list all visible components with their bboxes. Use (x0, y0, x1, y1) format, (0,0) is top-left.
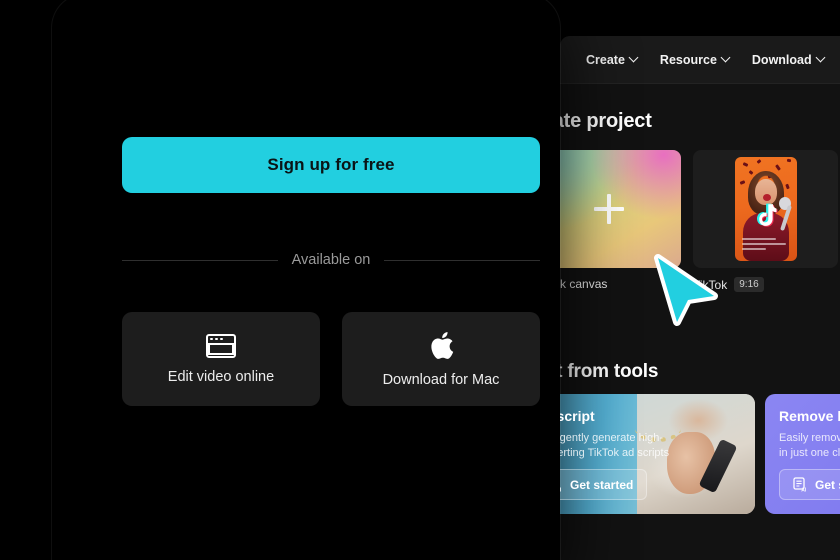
app-content: Create project Blank canvas (560, 84, 840, 560)
blank-canvas-label-text: Blank canvas (560, 277, 608, 291)
get-started-label: Get started (815, 477, 840, 492)
browser-window-icon (206, 333, 236, 358)
available-on-divider: Available on (122, 252, 540, 268)
ai-script-icon: AI (560, 487, 562, 492)
tool-card-ad-script[interactable]: Ad script Intelligently generate high-co… (560, 394, 755, 514)
thumbnail-caption-lines (741, 238, 786, 253)
chevron-down-icon (817, 54, 825, 62)
nav-item-resource-label: Resource (659, 52, 717, 67)
store-button-row: Edit video online Download for Mac (122, 312, 540, 406)
nav-item-download[interactable]: Download (752, 53, 825, 67)
get-started-button-remove-background[interactable]: AI Get started (779, 469, 840, 500)
tool-card-remove-background-description: Easily remove backgrounds in just one cl… (779, 432, 840, 459)
tool-card-ad-script-text: Ad script Intelligently generate high-co… (560, 408, 741, 461)
project-card-tiktok[interactable]: TikTok 9:16 (693, 150, 838, 292)
app-navigation-bar: Create Resource Download (560, 36, 840, 84)
divider-line-left (122, 259, 278, 261)
app-window: Create Resource Download Create project (560, 36, 840, 560)
plus-icon (593, 194, 624, 224)
tool-card-list: Ad script Intelligently generate high-co… (560, 394, 840, 514)
chevron-down-icon (630, 54, 638, 62)
tiktok-photo (734, 157, 797, 261)
aspect-ratio-badge: 9:16 (734, 277, 764, 292)
nav-item-resource[interactable]: Resource (660, 53, 730, 67)
tool-card-ad-script-title: Ad script (560, 408, 595, 424)
get-started-label: Get started (570, 477, 634, 492)
available-on-label: Available on (291, 252, 371, 268)
get-started-button-ad-script[interactable]: AI Get started (560, 469, 648, 500)
subject-mouth (762, 194, 771, 201)
tiktok-thumbnail[interactable] (693, 150, 838, 268)
project-card-list: Blank canvas (560, 150, 838, 292)
project-card-blank-canvas[interactable]: Blank canvas (560, 150, 681, 292)
download-for-mac-button[interactable]: Download for Mac (342, 312, 540, 406)
sign-up-for-free-button[interactable]: Sign up for free (122, 137, 540, 193)
project-card-blank-canvas-label: Blank canvas (560, 277, 681, 291)
svg-text:AI: AI (560, 487, 562, 492)
promo-panel-content: Sign up for free Available on Edit video… (52, 0, 560, 560)
ai-script-icon: AI (793, 477, 807, 492)
download-for-mac-label: Download for Mac (382, 372, 500, 388)
tool-card-remove-background[interactable]: Remove background Easily remove backgrou… (765, 394, 840, 514)
divider-line-right (384, 259, 540, 261)
blank-canvas-thumbnail[interactable] (560, 150, 681, 268)
project-card-tiktok-label: TikTok 9:16 (693, 277, 838, 292)
edit-video-online-label: Edit video online (167, 368, 275, 385)
apple-icon (430, 332, 453, 359)
tiktok-label-text: TikTok (693, 277, 728, 292)
subject-face (754, 179, 777, 205)
tool-card-remove-background-title: Remove background (779, 408, 840, 424)
promo-overlay-panel: Sign up for free Available on Edit video… (52, 0, 560, 560)
tiktok-logo-icon (756, 203, 777, 227)
screenshot-stage: Create Resource Download Create project (0, 0, 840, 560)
create-project-heading: Create project (560, 110, 652, 132)
nav-item-create[interactable]: Create (586, 53, 638, 67)
start-from-tools-heading: Start from tools (560, 361, 659, 382)
tool-card-remove-background-text: Remove background Easily remove backgrou… (779, 408, 840, 461)
nav-item-download-label: Download (751, 52, 812, 67)
svg-text:AI: AI (801, 487, 807, 492)
tool-card-ad-script-description: Intelligently generate high-converting T… (560, 432, 670, 459)
nav-item-create-label: Create (586, 52, 625, 67)
chevron-down-icon (722, 54, 730, 62)
edit-video-online-button[interactable]: Edit video online (122, 312, 320, 406)
